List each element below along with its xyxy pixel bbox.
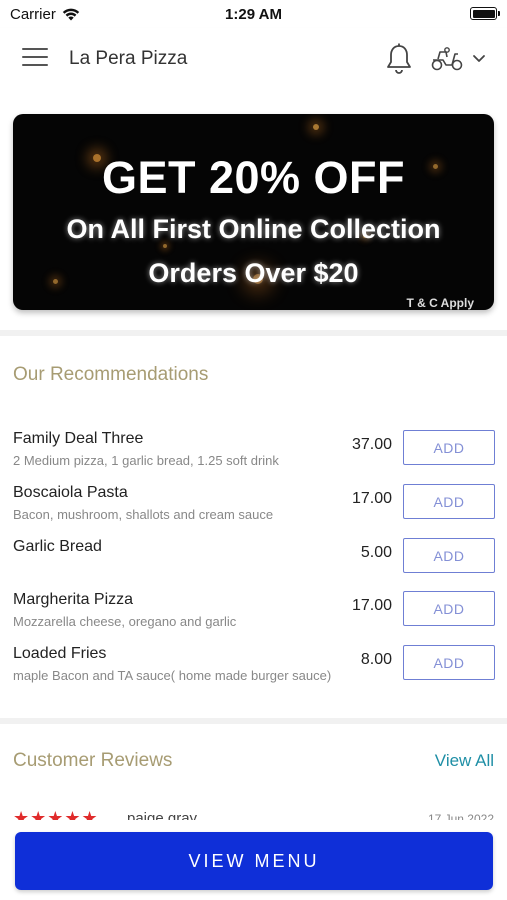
restaurant-title: La Pera Pizza	[69, 48, 188, 69]
bottom-bar: VIEW MENU	[0, 820, 507, 900]
item-price: 37.00	[351, 436, 392, 453]
battery-icon	[470, 7, 500, 20]
status-time: 1:29 AM	[225, 6, 282, 23]
item-price: 8.00	[360, 651, 392, 668]
promo-terms: T & C Apply	[406, 296, 474, 310]
chevron-down-icon[interactable]	[471, 52, 487, 66]
delivery-scooter-icon[interactable]	[430, 46, 464, 72]
menu-item: Margherita Pizza Mozzarella cheese, oreg…	[0, 591, 507, 645]
banner-section: GET 20% OFF On All First Online Collecti…	[0, 92, 507, 336]
add-button[interactable]: ADD	[403, 591, 495, 626]
app-header: La Pera Pizza	[0, 28, 507, 92]
promo-headline: GET 20% OFF	[101, 152, 406, 203]
menu-item: Garlic Bread 5.00 ADD	[0, 538, 507, 592]
item-price: 5.00	[360, 544, 392, 561]
item-name: Family Deal Three	[13, 430, 144, 447]
promo-banner[interactable]: GET 20% OFF On All First Online Collecti…	[13, 114, 494, 310]
notification-bell-icon[interactable]	[384, 42, 414, 76]
item-name: Boscaiola Pasta	[13, 484, 128, 501]
add-button[interactable]: ADD	[403, 645, 495, 680]
item-price: 17.00	[351, 490, 392, 507]
item-name: Margherita Pizza	[13, 591, 134, 608]
view-all-link[interactable]: View All	[435, 751, 494, 771]
add-button[interactable]: ADD	[403, 430, 495, 465]
add-button[interactable]: ADD	[403, 538, 495, 573]
menu-item: Loaded Fries maple Bacon and TA sauce( h…	[0, 645, 507, 705]
promo-line-1: On All First Online Collection	[66, 214, 441, 244]
menu-item: Family Deal Three 2 Medium pizza, 1 garl…	[0, 430, 507, 484]
status-bar: Carrier 1:29 AM	[0, 0, 507, 28]
add-button[interactable]: ADD	[403, 484, 495, 519]
hamburger-menu-icon[interactable]	[22, 48, 48, 70]
item-description: Bacon, mushroom, shallots and cream sauc…	[13, 507, 274, 522]
item-description: 2 Medium pizza, 1 garlic bread, 1.25 sof…	[13, 453, 279, 468]
recommendations-title: Our Recommendations	[13, 364, 209, 385]
promo-line-2: Orders Over $20	[148, 258, 359, 288]
reviews-title: Customer Reviews	[13, 750, 173, 771]
item-name: Loaded Fries	[13, 645, 107, 662]
recommendations-section: Our Recommendations Family Deal Three 2 …	[0, 336, 507, 724]
item-price: 17.00	[351, 597, 392, 614]
item-description: Mozzarella cheese, oregano and garlic	[13, 614, 237, 629]
item-description: maple Bacon and TA sauce( home made burg…	[13, 668, 332, 683]
item-name: Garlic Bread	[13, 538, 102, 555]
view-menu-button[interactable]: VIEW MENU	[15, 832, 493, 890]
menu-item: Boscaiola Pasta Bacon, mushroom, shallot…	[0, 484, 507, 538]
